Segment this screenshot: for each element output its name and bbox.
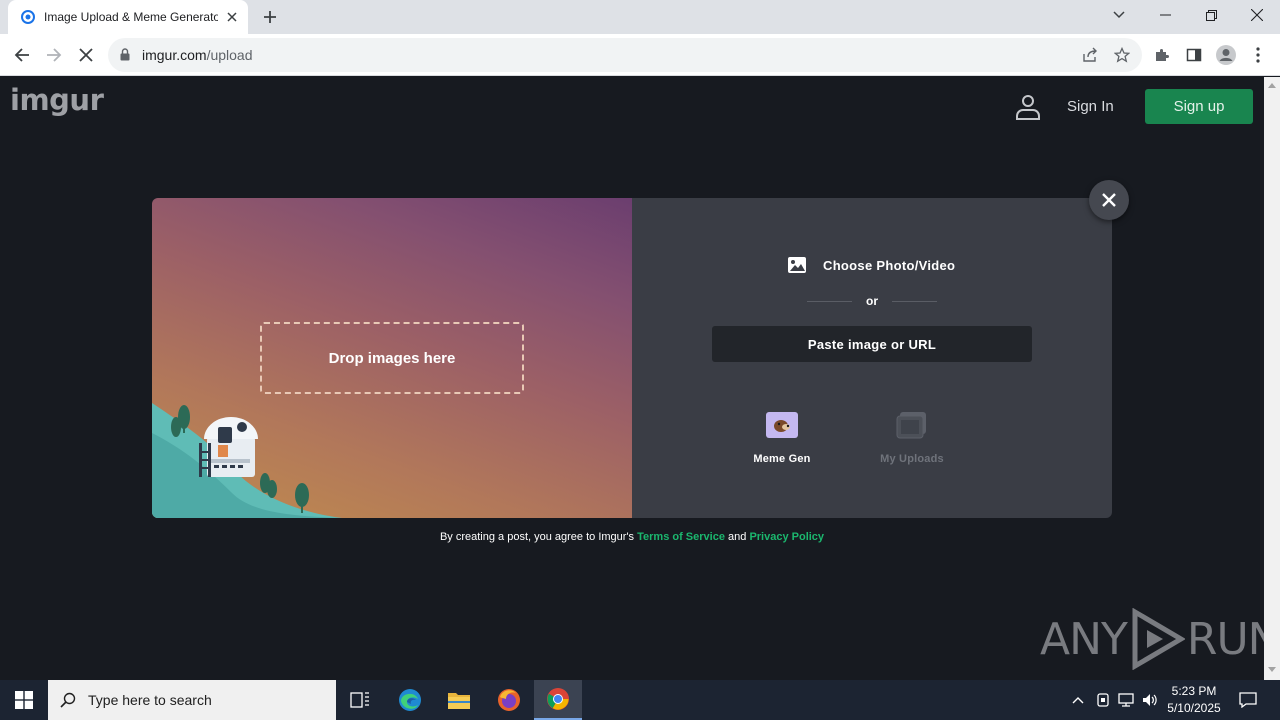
address-bar[interactable]: imgur.com/upload <box>108 38 1142 72</box>
imgur-logo[interactable]: imgur <box>10 83 104 117</box>
close-modal-button[interactable] <box>1089 180 1129 220</box>
network-icon[interactable] <box>1116 690 1136 710</box>
upload-modal: Drop images here Choose Photo/Video or P… <box>152 198 1112 518</box>
chrome-icon[interactable] <box>534 680 582 720</box>
tab-search-chevron-icon[interactable] <box>1096 0 1142 30</box>
choose-photo-video-label: Choose Photo/Video <box>823 257 956 273</box>
imgur-favicon-icon <box>20 9 36 25</box>
windows-taskbar: Type here to search 5:23 PM 5/10/2025 <box>0 680 1280 720</box>
task-view-icon[interactable] <box>336 680 384 720</box>
tab-title: Image Upload & Meme Generator - Imgur <box>44 10 218 24</box>
windows-start-icon[interactable] <box>0 680 48 720</box>
upload-options-panel: Choose Photo/Video or Paste image or URL… <box>632 198 1112 518</box>
bookmark-star-icon[interactable] <box>1112 45 1132 65</box>
stop-loading-icon[interactable] <box>70 39 102 71</box>
anyrun-watermark: ANY RUN <box>1040 607 1280 671</box>
firefox-icon[interactable] <box>485 680 533 720</box>
taskbar-search-box[interactable]: Type here to search <box>48 680 336 720</box>
browser-tab-bar: Image Upload & Meme Generator - Imgur <box>0 0 1280 34</box>
observatory-illustration <box>152 403 342 518</box>
clock-date: 5/10/2025 <box>1167 701 1221 715</box>
meme-gen-icon <box>766 412 798 438</box>
volume-icon[interactable] <box>1140 690 1160 710</box>
terms-and: and <box>728 531 747 543</box>
side-panel-icon[interactable] <box>1183 44 1205 66</box>
meme-gen-button[interactable]: Meme Gen <box>732 412 832 465</box>
url-text: imgur.com/upload <box>142 47 253 63</box>
imgur-page: imgur Sign In Sign up Drop images here C… <box>0 77 1280 680</box>
edge-browser-icon[interactable] <box>386 680 434 720</box>
back-arrow-icon[interactable] <box>6 39 38 71</box>
forward-arrow-icon[interactable] <box>38 39 70 71</box>
extensions-puzzle-icon[interactable] <box>1151 44 1173 66</box>
paste-image-url-button[interactable]: Paste image or URL <box>712 326 1032 362</box>
image-icon <box>788 257 806 273</box>
page-scrollbar[interactable] <box>1264 77 1280 680</box>
watermark-any: ANY <box>1040 613 1128 665</box>
browser-tab[interactable]: Image Upload & Meme Generator - Imgur <box>8 0 248 34</box>
choose-photo-video-button[interactable]: Choose Photo/Video <box>787 256 955 274</box>
my-uploads-icon <box>896 412 926 439</box>
notifications-icon[interactable] <box>1238 690 1258 710</box>
browser-menu-icon[interactable] <box>1247 44 1269 66</box>
search-placeholder: Type here to search <box>88 692 212 708</box>
privacy-policy-link[interactable]: Privacy Policy <box>749 531 824 543</box>
drop-zone[interactable]: Drop images here <box>260 322 524 394</box>
divider-line <box>892 300 937 302</box>
window-close-icon[interactable] <box>1234 0 1280 30</box>
divider-line <box>807 300 852 302</box>
browser-toolbar: imgur.com/upload <box>0 34 1280 76</box>
drop-area-panel[interactable]: Drop images here <box>152 198 632 518</box>
user-icon[interactable] <box>1014 93 1042 121</box>
sign-up-button[interactable]: Sign up <box>1145 89 1253 124</box>
my-uploads-label: My Uploads <box>880 453 944 465</box>
lock-icon <box>120 48 130 66</box>
share-icon[interactable] <box>1080 45 1100 65</box>
minimize-icon[interactable] <box>1142 0 1188 30</box>
scroll-down-arrow-icon[interactable] <box>1268 667 1276 672</box>
tab-close-icon[interactable] <box>224 9 240 25</box>
terms-of-service-link[interactable]: Terms of Service <box>637 531 725 543</box>
terms-notice: By creating a post, you agree to Imgur's… <box>0 531 1264 543</box>
my-uploads-button[interactable]: My Uploads <box>862 412 962 465</box>
terms-prefix: By creating a post, you agree to Imgur's <box>439 531 635 543</box>
play-triangle-icon <box>1132 608 1185 670</box>
tray-chevron-up-icon[interactable] <box>1068 690 1088 710</box>
meme-gen-label: Meme Gen <box>753 453 811 465</box>
new-tab-icon[interactable] <box>258 6 282 28</box>
file-explorer-icon[interactable] <box>435 680 483 720</box>
taskbar-clock[interactable]: 5:23 PM 5/10/2025 <box>1160 683 1228 717</box>
or-text: or <box>866 294 878 308</box>
sign-in-link[interactable]: Sign In <box>1067 98 1114 115</box>
clock-time: 5:23 PM <box>1171 684 1217 698</box>
profile-avatar-icon[interactable] <box>1215 44 1237 66</box>
restore-icon[interactable] <box>1188 0 1234 30</box>
search-icon <box>60 692 76 708</box>
scroll-up-arrow-icon[interactable] <box>1268 83 1276 88</box>
close-icon <box>1102 193 1116 207</box>
device-icon[interactable] <box>1093 690 1113 710</box>
or-divider: or <box>807 294 937 308</box>
